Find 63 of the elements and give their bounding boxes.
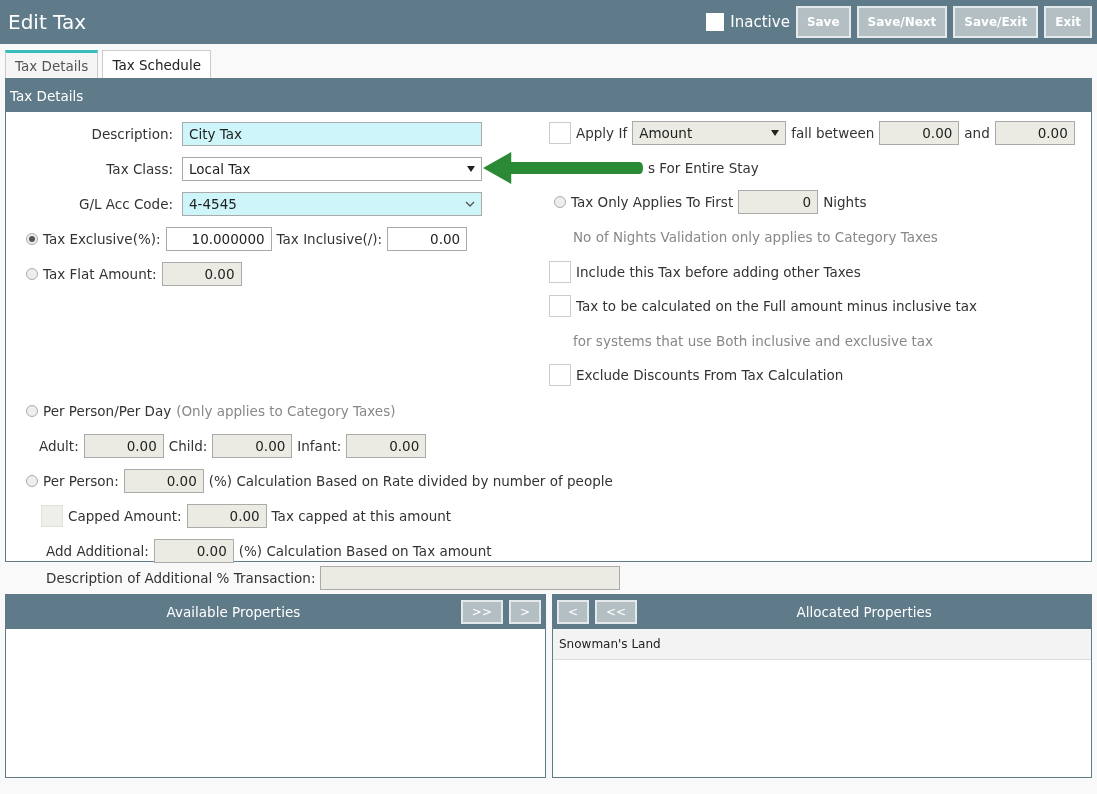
field-label: Description of Additional % Transaction:: [46, 570, 316, 586]
description-field[interactable]: City Tax: [182, 121, 482, 146]
checkbox[interactable]: [549, 260, 571, 283]
field-label: Tax Class:: [105, 160, 173, 177]
chevron-icon: [465, 200, 475, 207]
field-label: Tax Inclusive(/):: [276, 230, 383, 247]
field-label: G/L Acc Code:: [77, 195, 173, 212]
tab[interactable]: Tax Schedule: [102, 50, 211, 78]
field-label: and: [964, 125, 990, 142]
gl-code-dropdown[interactable]: 4-4545: [182, 191, 482, 216]
radio-button[interactable]: [554, 196, 566, 209]
panel-title: Tax Details: [10, 87, 84, 104]
from-field[interactable]: 0.00: [879, 121, 960, 146]
nights-field[interactable]: 0: [738, 190, 819, 215]
option-label: Tax to be calculated on the Full amount minus inclusive tax: [576, 298, 978, 315]
guest-amount-field[interactable]: 0.00: [346, 434, 427, 459]
option-label: Tax Only Applies To First: [571, 194, 734, 211]
radio-button[interactable]: [26, 405, 38, 418]
field-label: Adult:: [39, 438, 79, 455]
field-label: Add Additional:: [46, 543, 149, 560]
field-label: Infant:: [297, 438, 342, 455]
to-field[interactable]: 0.00: [994, 121, 1075, 146]
guest-amount-field[interactable]: 0.00: [212, 434, 293, 459]
radio-button[interactable]: [26, 232, 38, 245]
option-label: Include this Tax before adding other Taxes: [576, 263, 861, 280]
checkbox[interactable]: [549, 364, 571, 387]
caret-icon: [771, 130, 780, 137]
hint-text: for systems that use Both inclusive and exclusive tax: [572, 332, 934, 349]
list-title: Allocated Properties: [795, 604, 933, 620]
additional-description-field[interactable]: [320, 566, 621, 590]
hint-text: (%) Calculation Based on Rate divided by number of people: [208, 473, 613, 490]
hint-text: Tax capped at this amount: [271, 508, 452, 525]
tax-class-dropdown[interactable]: Local Tax: [182, 156, 482, 181]
guest-amount-field[interactable]: 0.00: [83, 434, 164, 459]
field-label: fall between: [791, 125, 875, 142]
hint-text: (Only applies to Category Taxes): [176, 403, 396, 420]
per-person-field[interactable]: 0.00: [123, 469, 204, 494]
field-label: Apply If: [576, 125, 628, 142]
field-label: Nights: [823, 194, 867, 211]
list-title: Available Properties: [165, 604, 302, 620]
add-additional-field[interactable]: 0.00: [153, 539, 234, 564]
field-label: Tax Exclusive(%):: [43, 230, 161, 247]
page-title: Edit Tax: [8, 10, 87, 34]
tax-inclusive-field[interactable]: 0.00: [387, 226, 468, 251]
tab[interactable]: Tax Details: [5, 50, 99, 78]
list-item[interactable]: Snowman's Land: [553, 629, 1091, 660]
field-label: Description:: [90, 125, 173, 142]
checkbox[interactable]: [549, 295, 571, 318]
hint-text: (%) Calculation Based on Tax amount: [238, 543, 492, 560]
caret-icon: [467, 165, 475, 172]
checkbox[interactable]: [549, 122, 571, 145]
field-label: Tax Flat Amount:: [43, 265, 157, 282]
radio-button[interactable]: [26, 475, 38, 488]
option-label: s For Entire Stay: [648, 159, 759, 176]
option-label: Exclude Discounts From Tax Calculation: [576, 367, 844, 384]
inactive-label: Inactive: [730, 13, 790, 31]
option-label: Per Person/Per Day: [43, 403, 172, 420]
field-label: Per Person:: [43, 473, 119, 490]
hint-text: No of Nights Validation only applies to Category Taxes: [572, 229, 938, 246]
field-label: Capped Amount:: [68, 508, 182, 525]
field-label: Child:: [168, 438, 208, 455]
tax-exclusive-field[interactable]: 10.000000: [165, 226, 272, 251]
apply-if-dropdown[interactable]: Amount: [632, 121, 787, 146]
